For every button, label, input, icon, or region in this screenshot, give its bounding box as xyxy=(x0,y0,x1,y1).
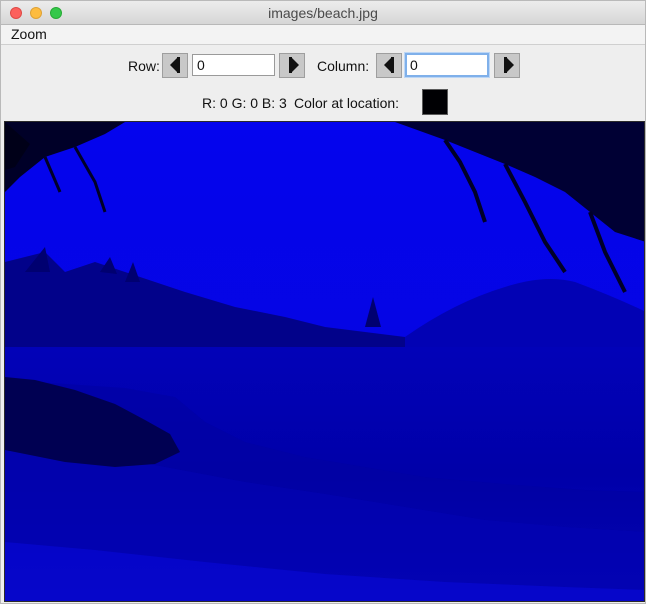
color-swatch xyxy=(422,89,448,115)
color-at-location-label: Color at location: xyxy=(294,95,400,111)
column-next-button[interactable] xyxy=(494,53,520,78)
title-bar[interactable]: images/beach.jpg xyxy=(1,1,645,25)
app-window: images/beach.jpg Zoom Row: Column: xyxy=(0,0,646,604)
column-field[interactable] xyxy=(405,53,489,77)
column-prev-button[interactable] xyxy=(376,53,402,78)
beach-image xyxy=(5,122,644,601)
left-arrow-icon xyxy=(170,57,180,73)
right-arrow-icon xyxy=(289,57,299,73)
row-field[interactable] xyxy=(192,54,275,76)
menu-bar: Zoom xyxy=(1,25,645,45)
row-next-button[interactable] xyxy=(279,53,305,78)
right-arrow-icon xyxy=(504,57,514,73)
menu-zoom[interactable]: Zoom xyxy=(11,26,47,42)
window-title: images/beach.jpg xyxy=(268,5,378,21)
row-prev-button[interactable] xyxy=(162,53,188,78)
row-label: Row: xyxy=(128,58,160,74)
left-arrow-icon xyxy=(384,57,394,73)
column-label: Column: xyxy=(317,58,370,74)
controls-panel: Row: Column: xyxy=(1,45,645,121)
rgb-readout: R: 0 G: 0 B: 3 xyxy=(202,95,287,111)
image-canvas[interactable] xyxy=(4,121,645,602)
